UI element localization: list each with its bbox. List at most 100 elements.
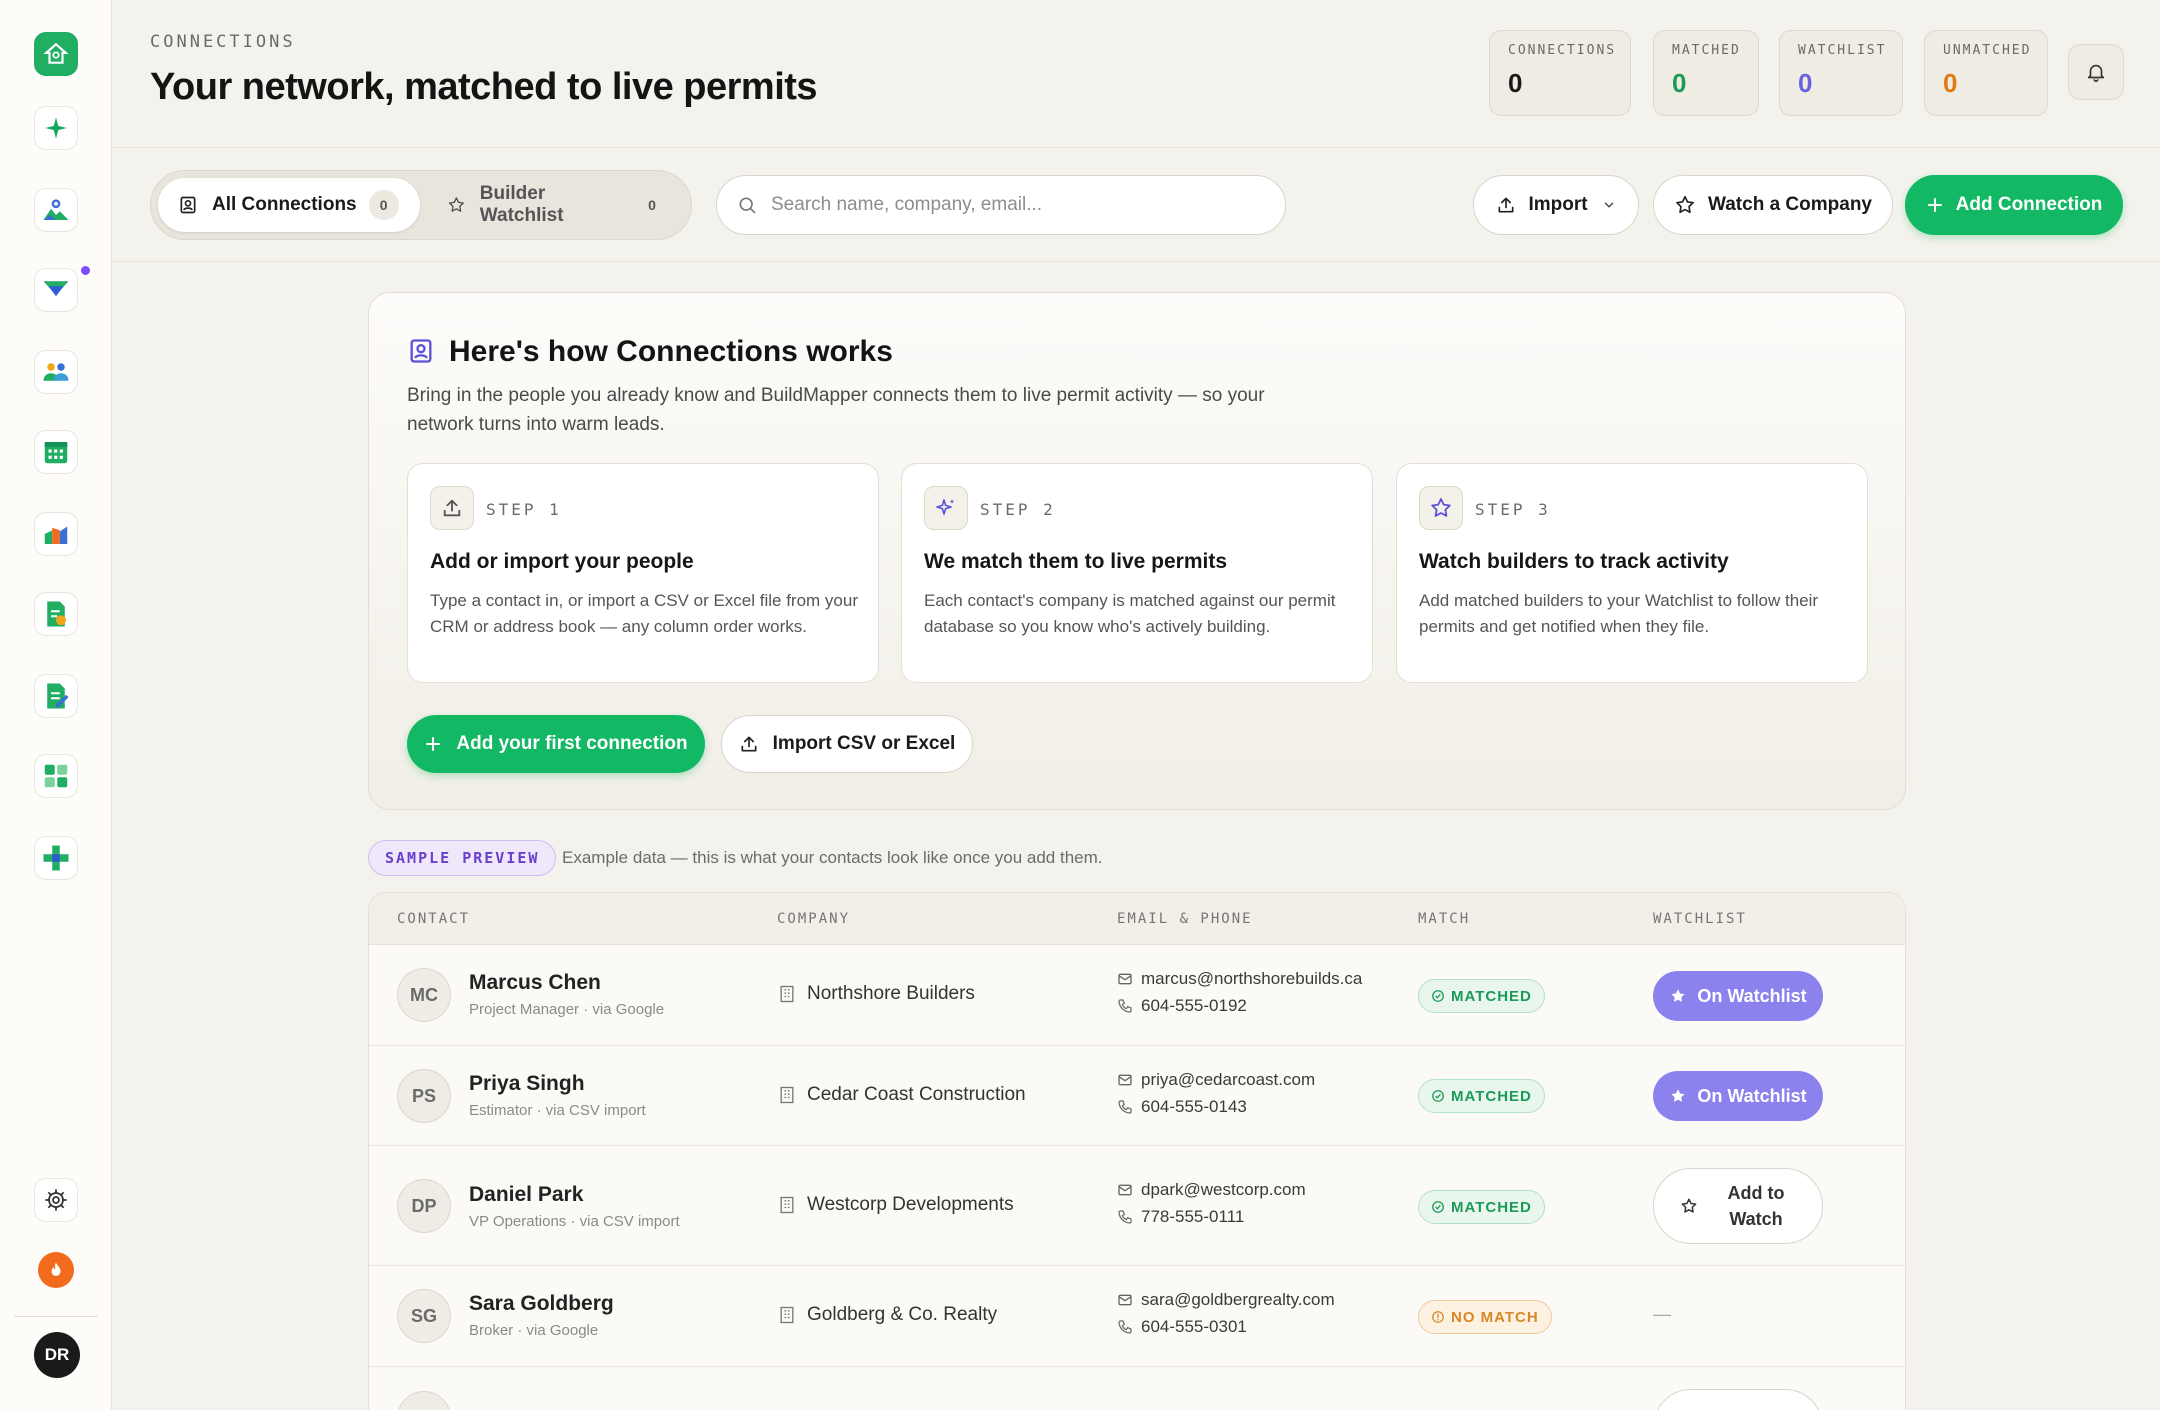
star-filled-icon: [1671, 1089, 1685, 1102]
contact-avatar: PS: [397, 1069, 451, 1123]
view-tabs: All Connections 0 Builder Watchlist 0: [150, 170, 692, 240]
contact-email: priya@cedarcoast.com: [1117, 1070, 1315, 1090]
stat-value: 0: [1672, 68, 1687, 98]
onboarding-card: Here's how Connections works Bring in th…: [368, 292, 1906, 810]
table-row[interactable]: [369, 1367, 1905, 1410]
nav-home-icon[interactable]: [34, 32, 78, 76]
add-connection-button[interactable]: Add Connection: [1905, 175, 2123, 235]
table-row[interactable]: MC Marcus Chen Project Manager · via Goo…: [369, 945, 1905, 1046]
building-icon: [780, 985, 794, 1003]
email-value: dpark@westcorp.com: [1141, 1180, 1306, 1199]
search-input[interactable]: [771, 194, 1251, 216]
match-label: MATCHED: [1451, 1087, 1532, 1105]
contact-avatar: MC: [397, 968, 451, 1022]
watch-company-button[interactable]: Watch a Company: [1653, 175, 1893, 235]
nav-ai-sparkle-icon[interactable]: [34, 106, 78, 150]
star-icon: [1681, 1198, 1697, 1213]
contact-subtitle: Broker · via Google: [469, 1322, 599, 1339]
stat-connections: CONNECTIONS 0: [1489, 30, 1631, 116]
streak-flame-icon[interactable]: [38, 1252, 74, 1288]
table-row[interactable]: PS Priya Singh Estimator · via CSV impor…: [369, 1046, 1905, 1146]
upload-icon: [1498, 197, 1514, 213]
nav-connections-icon[interactable]: [34, 836, 78, 880]
contact-name: Priya Singh: [469, 1072, 585, 1095]
plus-icon: [1927, 198, 1942, 212]
tab-builder-watchlist[interactable]: Builder Watchlist 0: [427, 178, 687, 232]
phone-icon: [1118, 1320, 1132, 1334]
onboarding-description: Bring in the people you already know and…: [407, 385, 1265, 435]
tab-label: Builder Watchlist: [479, 183, 564, 226]
building-icon: [780, 1086, 794, 1104]
mail-icon: [1118, 973, 1132, 985]
add-first-connection-button[interactable]: Add your first connection: [407, 715, 705, 773]
check-circle-icon: [1432, 990, 1444, 1002]
stat-label: CONNECTIONS: [1508, 43, 1617, 58]
toolbar: All Connections 0 Builder Watchlist 0 Im…: [112, 148, 2160, 262]
contact-card-icon: [180, 196, 196, 214]
watch-empty: —: [1653, 1304, 1671, 1324]
nav-permits-filter-icon[interactable]: [34, 268, 78, 312]
contact-company: Northshore Builders: [777, 983, 975, 1005]
table-row[interactable]: DP Daniel Park VP Operations · via CSV i…: [369, 1146, 1905, 1266]
match-status-badge: MATCHED: [1418, 1079, 1545, 1113]
step-label: STEP 1: [486, 500, 562, 519]
sidebar: DR: [0, 0, 112, 1410]
email-value: priya@cedarcoast.com: [1141, 1070, 1316, 1089]
phone-icon: [1118, 999, 1132, 1013]
add-to-watch-button[interactable]: Add to Watch: [1653, 1168, 1823, 1244]
building-icon: [780, 1306, 794, 1324]
step-text: Type a contact in, or import a CSV or Ex…: [430, 591, 858, 636]
on-watchlist-button[interactable]: On Watchlist: [1653, 971, 1823, 1021]
add-first-connection-label: Add your first connection: [456, 733, 688, 754]
search-box: [716, 175, 1286, 235]
contact-name: Marcus Chen: [469, 971, 601, 994]
notifications-bell-icon[interactable]: [2068, 44, 2124, 100]
on-watchlist-button[interactable]: On Watchlist: [1653, 1071, 1823, 1121]
phone-icon: [1118, 1100, 1132, 1114]
check-circle-icon: [1432, 1201, 1444, 1213]
star-filled-icon: [1671, 989, 1685, 1002]
step-card-3: STEP 3 Watch builders to track activity …: [1396, 463, 1868, 683]
step-card-2: STEP 2 We match them to live permits Eac…: [901, 463, 1373, 683]
settings-icon[interactable]: [34, 1178, 78, 1222]
upload-icon: [741, 736, 757, 752]
nav-invoices-icon[interactable]: [34, 592, 78, 636]
phone-icon: [1118, 1210, 1132, 1224]
user-avatar[interactable]: DR: [34, 1332, 80, 1378]
contact-phone: 604-555-0143: [1117, 1097, 1247, 1117]
step-title: Watch builders to track activity: [1419, 550, 1729, 573]
import-csv-button[interactable]: Import CSV or Excel: [721, 715, 973, 773]
step-card-1: STEP 1 Add or import your people Type a …: [407, 463, 879, 683]
sample-preview-note: Example data — this is what your contact…: [562, 848, 1103, 867]
page-header: CONNECTIONS Your network, matched to liv…: [112, 0, 2160, 148]
contact-company: Goldberg & Co. Realty: [777, 1304, 997, 1326]
contact-subtitle: Estimator · via CSV import: [469, 1102, 646, 1119]
column-header: COMPANY: [777, 911, 851, 927]
step-text: Add matched builders to your Watchlist t…: [1419, 591, 1819, 636]
table-row[interactable]: SG Sara Goldberg Broker · via Google Gol…: [369, 1266, 1905, 1367]
sparkle-icon: [924, 486, 968, 530]
add-to-watch-button[interactable]: [1653, 1389, 1823, 1410]
step-label: STEP 3: [1475, 500, 1551, 519]
contact-avatar: [397, 1391, 451, 1410]
tab-all-connections[interactable]: All Connections 0: [158, 178, 420, 232]
nav-analytics-icon[interactable]: [34, 512, 78, 556]
building-icon: [780, 1196, 794, 1214]
nav-calendar-icon[interactable]: [34, 430, 78, 474]
contact-name: Sara Goldberg: [469, 1292, 614, 1315]
contact-phone: 604-555-0192: [1117, 996, 1247, 1016]
watch-company-label: Watch a Company: [1708, 194, 1872, 215]
search-icon: [739, 197, 756, 214]
stat-value: 0: [1943, 68, 1958, 98]
nav-map-icon[interactable]: [34, 188, 78, 232]
nav-documents-icon[interactable]: [34, 674, 78, 718]
email-value: marcus@northshorebuilds.ca: [1141, 969, 1363, 988]
nav-contacts-icon[interactable]: [34, 350, 78, 394]
onboarding-title: Here's how Connections works: [449, 335, 893, 368]
check-circle-icon: [1432, 1090, 1444, 1102]
step-title: Add or import your people: [430, 550, 694, 573]
import-dropdown-button[interactable]: Import: [1473, 175, 1639, 235]
nav-dashboard-icon[interactable]: [34, 754, 78, 798]
watch-label: Add to Watch: [1727, 1183, 1785, 1229]
stat-label: UNMATCHED: [1943, 43, 2032, 58]
